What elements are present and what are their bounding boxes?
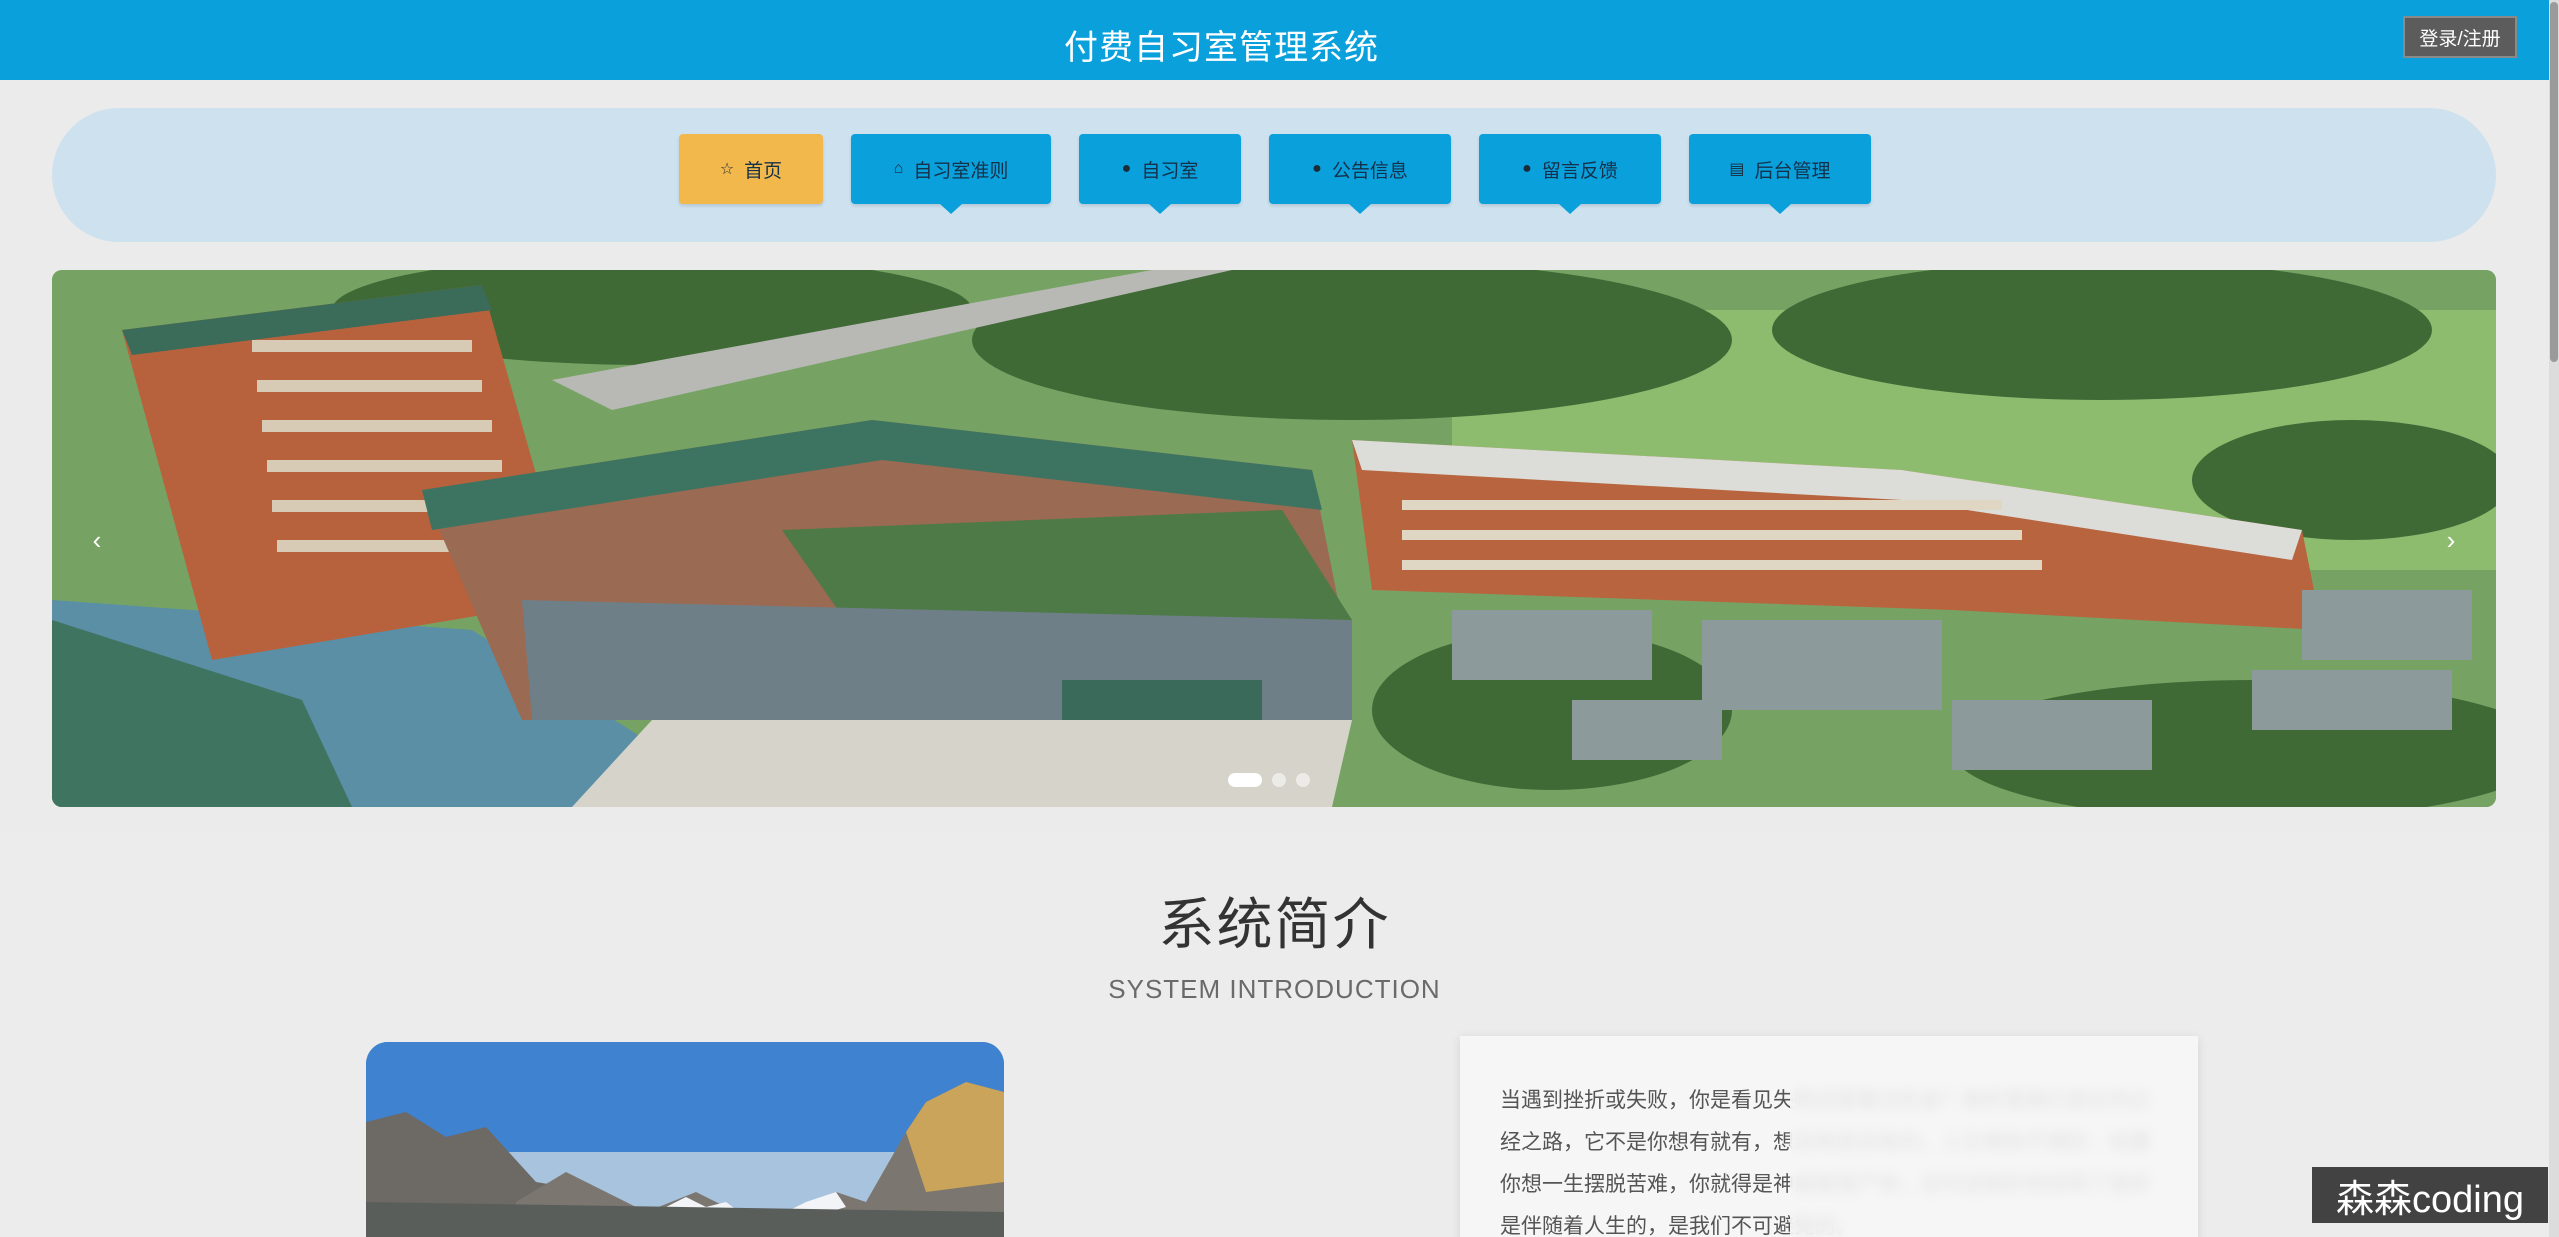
nav-item-home[interactable]: ☆ 首页	[679, 134, 823, 204]
carousel-next-arrow[interactable]: ›	[2436, 520, 2466, 560]
question-circle-icon: ●	[1312, 160, 1322, 177]
top-header: 付费自习室管理系统 登录/注册	[0, 0, 2559, 80]
nav-item-admin[interactable]: ▤ 后台管理	[1689, 134, 1871, 214]
nav-item-rules[interactable]: ⌂ 自习室准则	[851, 134, 1051, 214]
intro-subtitle: SYSTEM INTRODUCTION	[1108, 974, 1441, 1004]
carousel-indicators	[1228, 773, 1310, 787]
nav-item-label: 留言反馈	[1541, 160, 1618, 182]
nav-item-label: 自习室	[1141, 160, 1199, 182]
info-circle-icon: ●	[1121, 160, 1132, 177]
scrollbar-thumb[interactable]	[2550, 2, 2558, 362]
site-title: 付费自习室管理系统	[1064, 29, 1379, 67]
watermark: 森森coding	[2312, 1167, 2548, 1223]
hero-carousel[interactable]: ‹ ›	[52, 270, 2496, 807]
carousel-dot-1[interactable]	[1228, 773, 1262, 787]
nav-item-label: 后台管理	[1754, 160, 1831, 182]
bag-icon: ⌂	[893, 160, 904, 177]
intro-title: 系统简介	[1158, 893, 1391, 956]
loading-blur-overlay	[1790, 1036, 2198, 1237]
carousel-dot-3[interactable]	[1296, 773, 1310, 787]
page-scrollbar[interactable]	[2549, 0, 2559, 1237]
campus-aerial-image	[52, 270, 2496, 807]
carousel-prev-arrow[interactable]: ‹	[82, 520, 112, 560]
nav-item-feedback[interactable]: ● 留言反馈	[1479, 134, 1661, 214]
main-nav: ☆ 首页 ⌂ 自习室准则 ● 自习室 ● 公告信息 ● 留言反馈 ▤ 后台管理	[52, 108, 2496, 242]
nav-item-label: 自习室准则	[913, 160, 1009, 182]
nav-item-label: 首页	[744, 160, 783, 182]
nav-item-study-room[interactable]: ● 自习室	[1079, 134, 1241, 214]
star-icon: ☆	[719, 161, 735, 178]
carousel-dot-2[interactable]	[1272, 773, 1286, 787]
nav-item-label: 公告信息	[1331, 160, 1408, 182]
nav-item-announcements[interactable]: ● 公告信息	[1269, 134, 1451, 214]
facebook-circle-icon: ●	[1522, 160, 1532, 177]
clipboard-icon: ▤	[1729, 161, 1745, 178]
intro-mountain-image	[366, 1042, 1004, 1237]
login-register-button[interactable]: 登录/注册	[2403, 16, 2517, 58]
intro-text-card: 当遇到挫折或失败，你是看见失败还是看见机会？挫折是我们成长的必经之路，它不是你想…	[1460, 1036, 2198, 1237]
